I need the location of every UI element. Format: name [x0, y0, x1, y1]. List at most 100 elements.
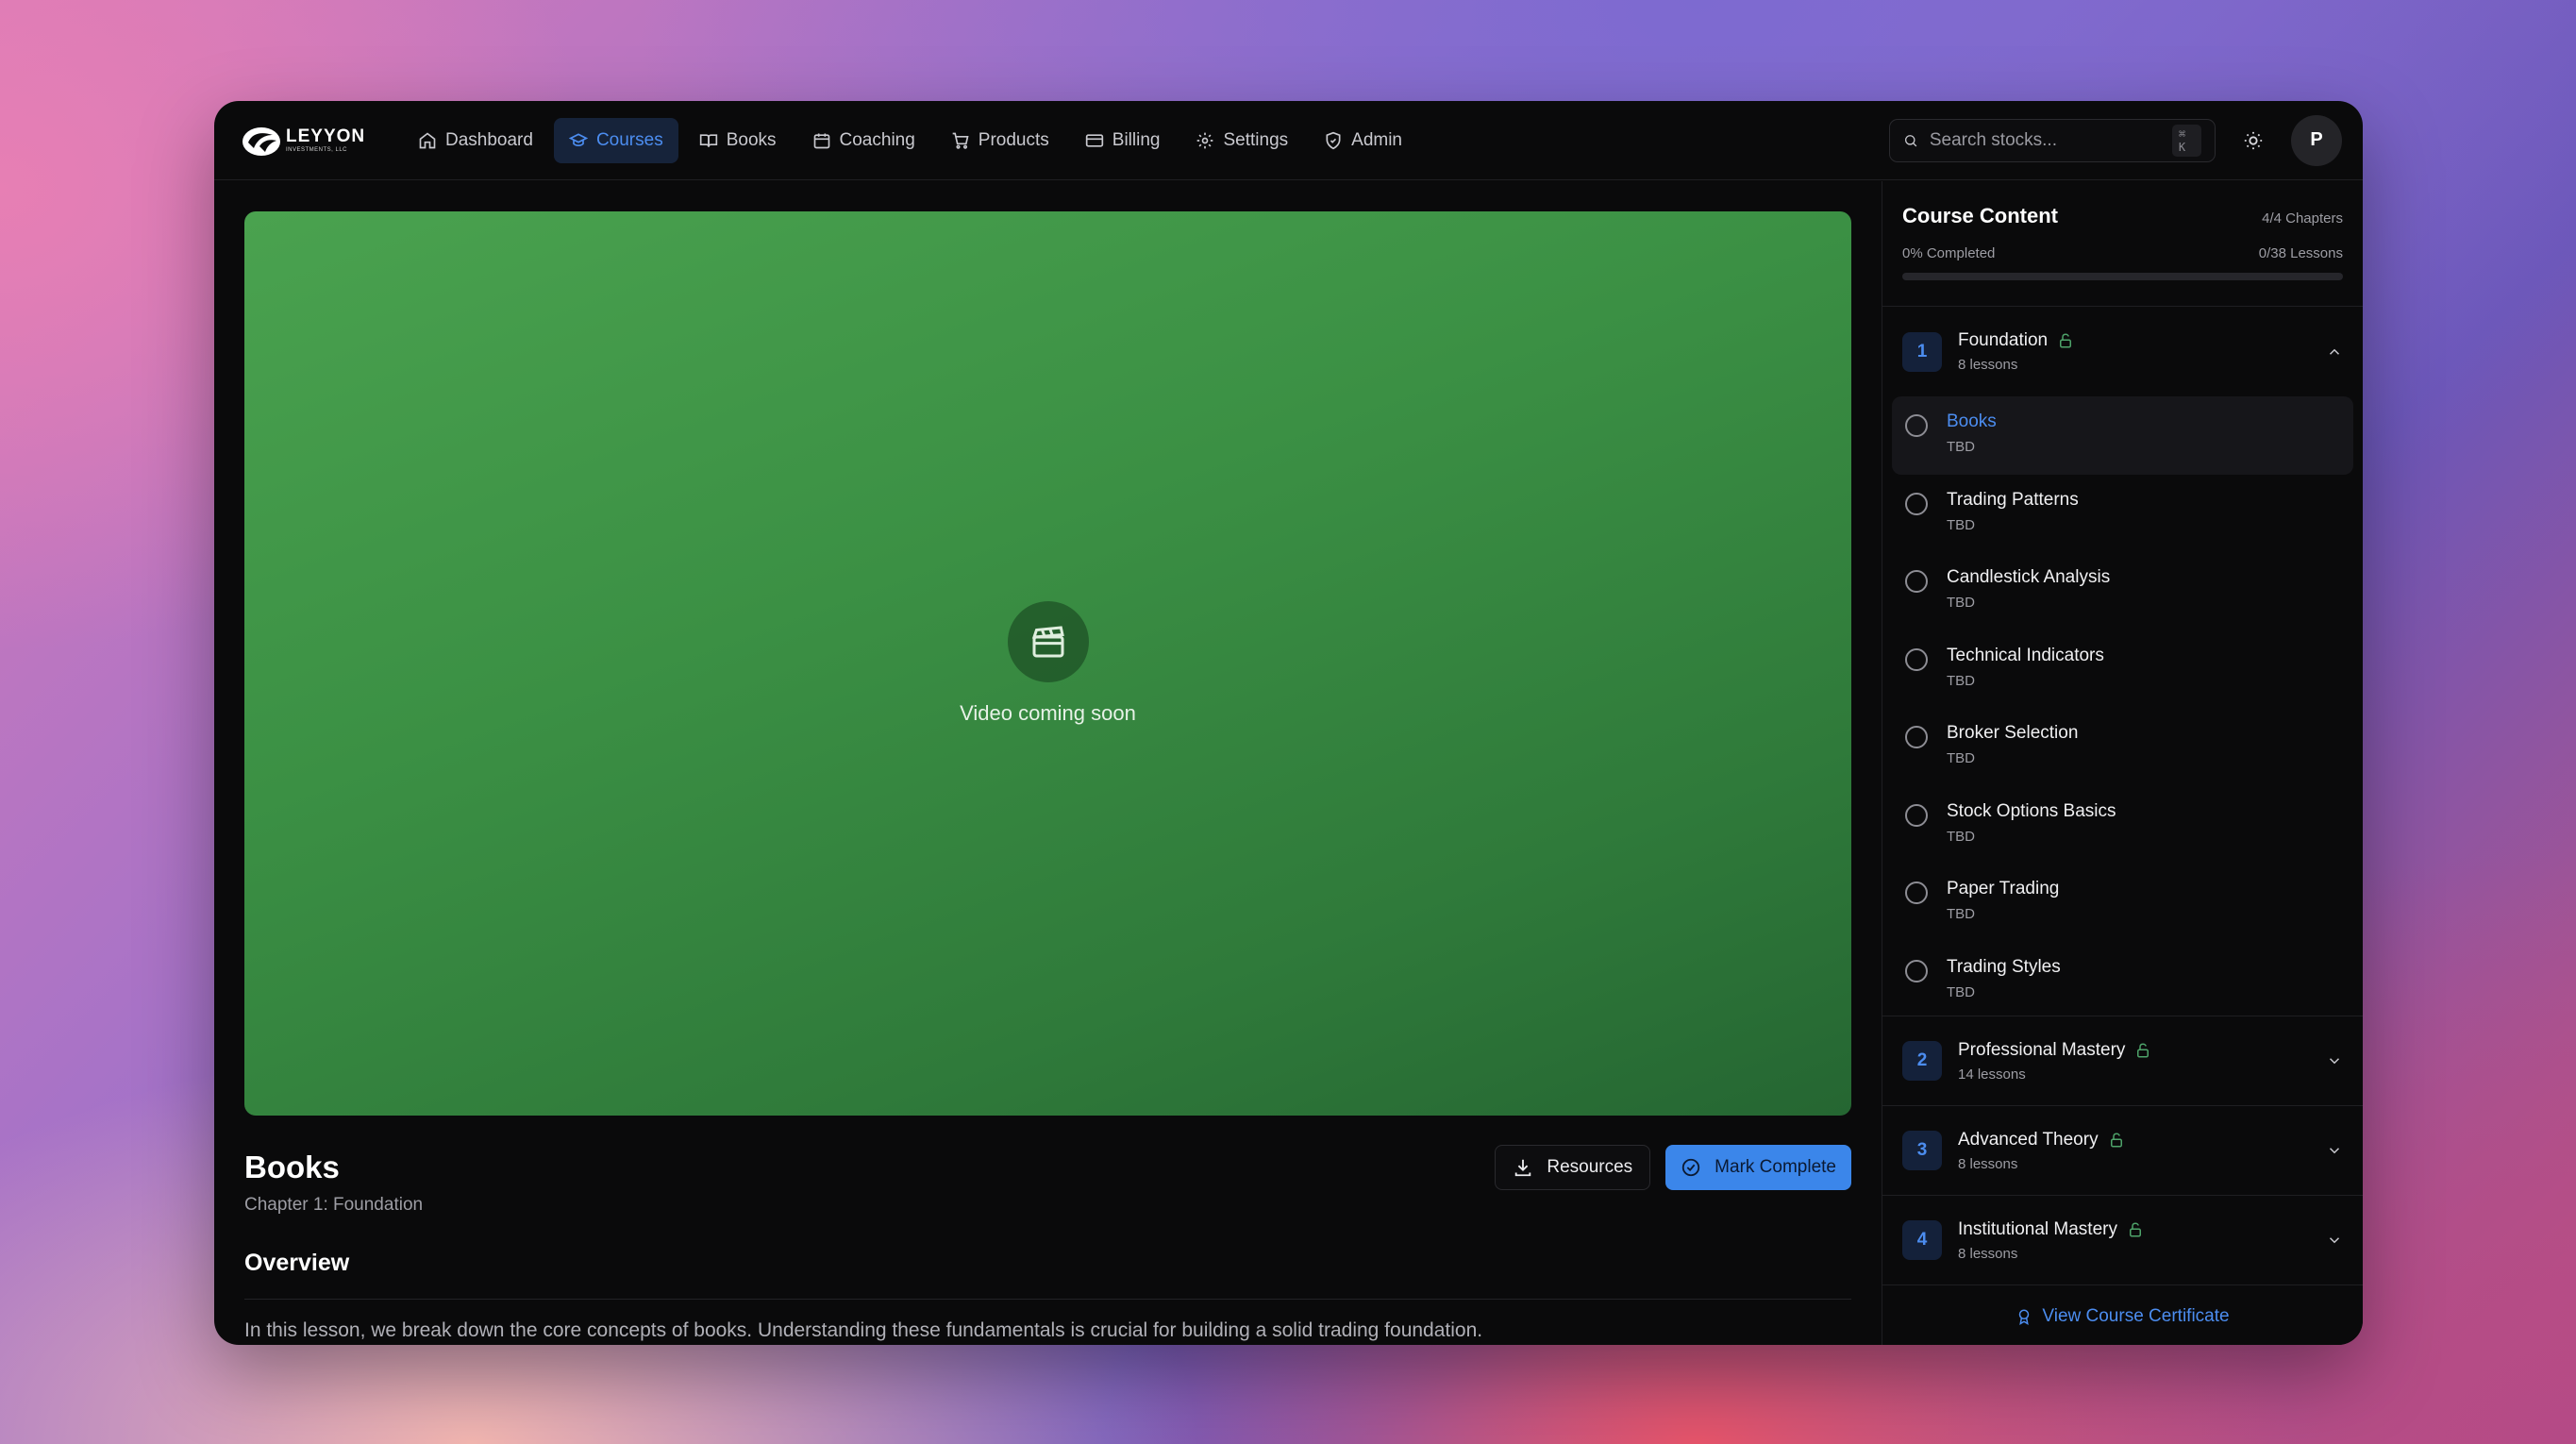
lesson-duration: TBD: [1947, 750, 1975, 766]
chapter-number: 3: [1902, 1131, 1942, 1170]
unlock-icon: [2129, 1221, 2141, 1236]
nav-courses[interactable]: Courses: [553, 117, 678, 163]
nav-dashboard[interactable]: Dashboard: [403, 118, 548, 163]
course-content-title: Course Content: [1902, 204, 2058, 227]
lesson-item-candlestick-analysis[interactable]: Candlestick Analysis TBD: [1892, 552, 2353, 630]
lesson-duration: TBD: [1947, 439, 1975, 455]
brand-name: LEYYON: [286, 126, 366, 146]
brand-logo[interactable]: LEYYON INVESTMENTS, LLC: [241, 120, 369, 161]
nav-admin[interactable]: Admin: [1309, 118, 1417, 163]
nav-label: Courses: [595, 129, 663, 150]
chapter-lesson-count: 8 lessons: [1958, 357, 2018, 373]
theme-toggle-button[interactable]: [2234, 122, 2272, 160]
lesson-title: Books: [244, 1150, 340, 1184]
chapter-lesson-count: 8 lessons: [1958, 1245, 2018, 1262]
chapter-lesson-count: 8 lessons: [1958, 1155, 2018, 1172]
lesson-status-circle[interactable]: [1905, 803, 1928, 827]
overview-divider: [244, 1299, 1851, 1300]
chapters-count: 4/4 Chapters: [2262, 210, 2343, 227]
lesson-name: Stock Options Basics: [1947, 800, 2116, 821]
lesson-item-broker-selection[interactable]: Broker Selection TBD: [1892, 708, 2353, 786]
lesson-status-circle[interactable]: [1905, 414, 1928, 437]
unlock-icon: [2137, 1042, 2149, 1057]
lesson-name: Trading Patterns: [1947, 489, 2079, 510]
chevron-down-icon[interactable]: [2326, 1142, 2343, 1159]
chapter-3-header[interactable]: 3 Advanced Theory 8 lessons: [1882, 1106, 2363, 1196]
search-box[interactable]: ⌘ K: [1889, 118, 2216, 162]
lesson-status-circle[interactable]: [1905, 570, 1928, 593]
lesson-chapter-label: Chapter 1: Foundation: [244, 1195, 424, 1215]
chapter-number: 1: [1902, 331, 1942, 372]
nav-label: Billing: [1112, 129, 1161, 150]
gear-icon: [1197, 132, 1213, 148]
search-shortcut: ⌘ K: [2171, 124, 2201, 157]
brand-subtitle: INVESTMENTS, LLC: [286, 147, 348, 153]
lesson-item-trading-styles[interactable]: Trading Styles TBD: [1892, 942, 2353, 1020]
chapter-number: 4: [1902, 1220, 1942, 1260]
resources-button[interactable]: Resources: [1495, 1145, 1651, 1190]
chapter-name: Professional Mastery: [1958, 1039, 2126, 1060]
calendar-icon: [813, 133, 829, 148]
view-certificate-link[interactable]: View Course Certificate: [1882, 1285, 2363, 1345]
mark-complete-label: Mark Complete: [1715, 1157, 1836, 1177]
lesson-name: Books: [1947, 411, 1997, 431]
chapter-lesson-count: 14 lessons: [1958, 1066, 2026, 1083]
unlock-icon: [2110, 1132, 2122, 1147]
sun-icon: [2244, 131, 2263, 149]
overview-heading: Overview: [244, 1250, 350, 1276]
lesson-duration: TBD: [1947, 906, 1975, 922]
unlock-icon: [2060, 333, 2072, 348]
book-open-icon: [699, 133, 717, 147]
lesson-name: Candlestick Analysis: [1947, 567, 2111, 587]
chapter-2-header[interactable]: 2 Professional Mastery 14 lessons: [1882, 1016, 2363, 1106]
nav-label: Settings: [1223, 129, 1289, 150]
lesson-status-circle[interactable]: [1905, 726, 1928, 748]
mark-complete-button[interactable]: Mark Complete: [1665, 1145, 1851, 1190]
lesson-duration: TBD: [1947, 983, 1975, 1000]
lesson-item-technical-indicators[interactable]: Technical Indicators TBD: [1892, 630, 2353, 709]
chapter-4-header[interactable]: 4 Institutional Mastery 8 lessons: [1882, 1196, 2363, 1285]
chevron-down-icon[interactable]: [2326, 1232, 2343, 1249]
main-nav: Dashboard Courses Books Coaching Product…: [403, 117, 1417, 163]
chevron-up-icon[interactable]: [2326, 344, 2343, 361]
chapter-1-lessons: Books TBD Trading Patterns TBD Candlesti…: [1882, 396, 2363, 1016]
lesson-item-paper-trading[interactable]: Paper Trading TBD: [1892, 864, 2353, 942]
chevron-down-icon[interactable]: [2326, 1052, 2343, 1069]
search-icon: [1904, 134, 1917, 146]
lesson-duration: TBD: [1947, 828, 1975, 845]
lesson-name: Technical Indicators: [1947, 645, 2104, 665]
lesson-item-books[interactable]: Books TBD: [1892, 396, 2353, 475]
lesson-duration: TBD: [1947, 595, 1975, 611]
nav-billing[interactable]: Billing: [1070, 118, 1176, 163]
credit-card-icon: [1085, 133, 1103, 147]
home-icon: [419, 131, 436, 148]
lesson-item-stock-options-basics[interactable]: Stock Options Basics TBD: [1892, 786, 2353, 865]
lesson-status-circle[interactable]: [1905, 959, 1928, 982]
lesson-status-circle[interactable]: [1905, 882, 1928, 904]
nav-label: Coaching: [839, 129, 915, 150]
certificate-label: View Course Certificate: [2042, 1306, 2230, 1326]
graduation-cap-icon: [568, 132, 588, 146]
nav-books[interactable]: Books: [684, 118, 792, 163]
chapter-1-header[interactable]: 1 Foundation 8 lessons: [1882, 307, 2363, 396]
nav-label: Products: [978, 129, 1049, 150]
lesson-status-circle[interactable]: [1905, 647, 1928, 671]
completed-percent: 0% Completed: [1902, 245, 1996, 261]
chapter-name: Advanced Theory: [1958, 1129, 2099, 1150]
nav-coaching[interactable]: Coaching: [797, 118, 930, 163]
user-avatar[interactable]: P: [2291, 114, 2342, 166]
course-content-sidebar: Course Content 4/4 Chapters 0% Completed…: [1882, 181, 2363, 1345]
nav-products[interactable]: Products: [936, 118, 1064, 163]
chapter-name: Institutional Mastery: [1958, 1218, 2117, 1239]
lesson-main: Video coming soon Books Chapter 1: Found…: [214, 181, 1882, 1345]
resources-label: Resources: [1547, 1157, 1633, 1177]
course-content-header: Course Content 4/4 Chapters 0% Completed…: [1882, 181, 2363, 307]
search-input[interactable]: [1929, 129, 2161, 151]
lesson-item-trading-patterns[interactable]: Trading Patterns TBD: [1892, 475, 2353, 553]
nav-label: Books: [726, 129, 777, 150]
topbar-actions: ⌘ K P: [1889, 114, 2342, 166]
video-player[interactable]: Video coming soon: [244, 211, 1851, 1116]
nav-settings[interactable]: Settings: [1180, 118, 1303, 163]
lesson-status-circle[interactable]: [1905, 492, 1928, 515]
app-window: LEYYON INVESTMENTS, LLC Dashboard Course…: [214, 101, 2363, 1345]
